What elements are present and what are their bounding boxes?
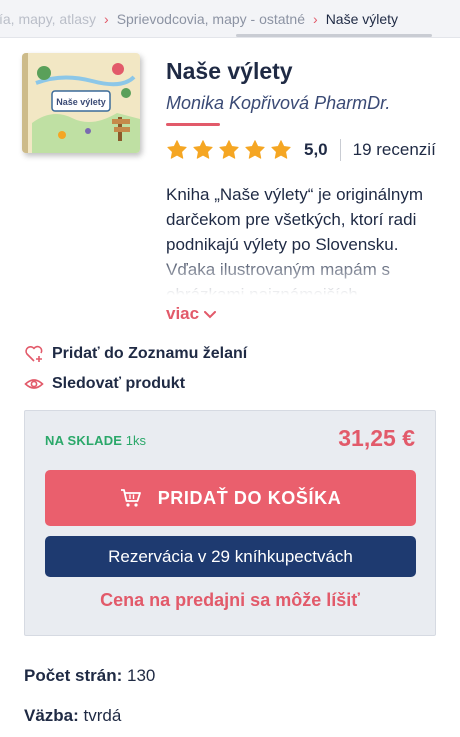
breadcrumb-current: Naše výlety <box>325 10 399 27</box>
stock-status: NA SKLADE 1ks <box>45 433 146 448</box>
product-title: Naše výlety <box>166 58 293 84</box>
chevron-right-icon: › <box>313 10 318 27</box>
stock-count: 1ks <box>125 433 147 448</box>
breadcrumb-item[interactable]: Sprievodcovia, mapy - ostatné <box>117 11 305 27</box>
add-to-cart-label: PRIDAŤ DO KOŠÍKA <box>157 487 342 508</box>
rating-row[interactable]: 5,0 19 recenzií <box>166 138 436 162</box>
store-price-note: Cena na predajni sa môže líšiť <box>100 590 360 610</box>
star-icon <box>193 140 213 159</box>
star-icon <box>271 140 291 159</box>
show-more-label: viac <box>166 304 200 323</box>
reviews-link[interactable]: 19 recenzií <box>353 140 436 160</box>
stock-label: NA SKLADE <box>45 433 123 448</box>
spec-page-count: Počet strán: 130 <box>24 666 155 686</box>
breadcrumb-item[interactable]: vía, mapy, atlasy <box>0 11 96 27</box>
breadcrumb: vía, mapy, atlasy › Sprievodcovia, mapy … <box>0 0 460 38</box>
spec-binding: Väzba: tvrdá <box>24 706 121 726</box>
star-icon <box>167 140 187 159</box>
add-to-wishlist-button[interactable]: Pridať do Zoznamu želaní <box>24 344 247 364</box>
chevron-down-icon <box>204 304 217 324</box>
star-icon <box>245 140 265 159</box>
rating-value: 5,0 <box>304 140 328 159</box>
show-more-link[interactable]: viac <box>166 304 217 324</box>
price: 31,25 € <box>338 425 415 451</box>
heart-plus-icon <box>24 344 44 364</box>
title-accent-divider <box>166 123 220 126</box>
watch-label: Sledovať produkt <box>52 375 186 392</box>
buy-box: NA SKLADE 1ks 31,25 € PRIDAŤ DO KOŠÍKA R… <box>24 410 436 636</box>
star-icon <box>219 140 239 159</box>
watch-product-button[interactable]: Sledovať produkt <box>24 374 185 394</box>
author-link[interactable]: Monika Kopřivová PharmDr. <box>166 93 390 114</box>
chevron-right-icon: › <box>104 10 109 27</box>
book-cover-image[interactable]: Naše výlety <box>22 53 140 153</box>
rating-stars <box>166 139 296 161</box>
rating-divider <box>339 139 341 161</box>
spec-label: Počet strán: <box>24 666 123 685</box>
spec-value: 130 <box>126 666 156 685</box>
breadcrumb-scrollbar[interactable] <box>236 34 432 37</box>
cover-title: Naše výlety <box>56 97 106 107</box>
cart-icon <box>120 488 142 508</box>
spec-label: Väzba: <box>24 706 79 725</box>
add-to-cart-button[interactable]: PRIDAŤ DO KOŠÍKA <box>45 470 416 526</box>
reserve-in-store-button[interactable]: Rezervácia v 29 kníhkupectvách <box>45 536 416 577</box>
wishlist-label: Pridať do Zoznamu želaní <box>52 345 248 362</box>
description-fade <box>160 252 450 300</box>
eye-icon <box>24 374 44 394</box>
spec-value: tvrdá <box>83 706 122 725</box>
